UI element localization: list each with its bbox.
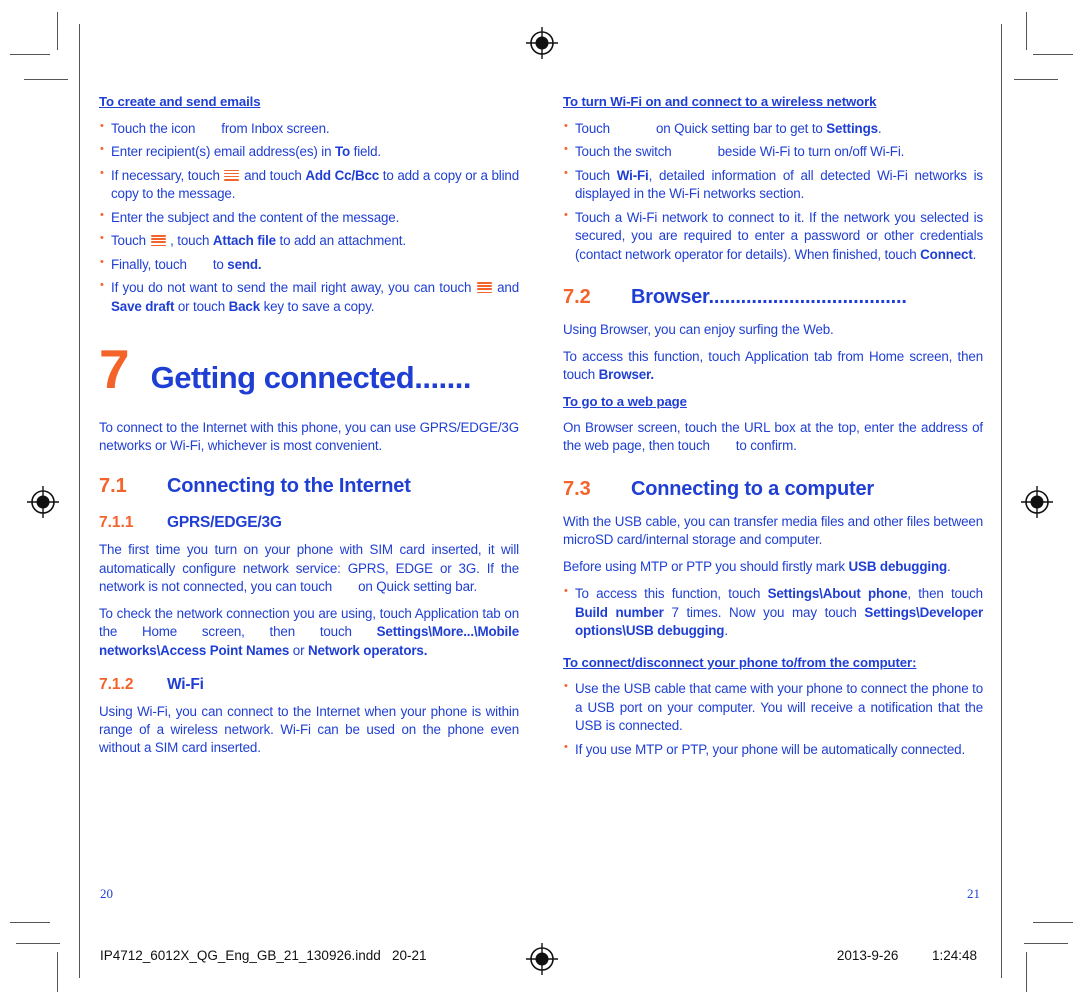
section-title: Connecting to a computer <box>631 477 874 500</box>
section-number: 7.2 <box>563 286 591 308</box>
crop-mark-tl-h1 <box>10 54 50 55</box>
page-number-left: 20 <box>100 886 113 901</box>
section-title-dots: ..................................... <box>708 286 907 308</box>
list-item: If you use MTP or PTP, your phone will b… <box>563 740 983 760</box>
footer-time: 1:24:48 <box>931 948 977 963</box>
paragraph-gprs-autoconfig: The first time you turn on your phone wi… <box>99 542 519 594</box>
paragraph-browser-intro: Using Browser, you can enjoy surfing the… <box>563 322 834 337</box>
list-item: Touch the iconfrom Inbox screen. <box>99 119 519 139</box>
list-item: To access this function, touch Settings\… <box>563 584 983 641</box>
list-item: If necessary, touch and touch Add Cc/Bcc… <box>99 166 519 204</box>
paragraph-text-mid: or <box>289 642 308 658</box>
page-number-right: 21 <box>967 886 980 901</box>
crop-mark-br-h2 <box>1024 943 1068 944</box>
left-page-column: To create and send emails Touch the icon… <box>99 94 519 766</box>
edge-rule-right <box>1001 24 1002 944</box>
heading-connect-disconnect: To connect/disconnect your phone to/from… <box>563 654 917 670</box>
print-proof-page: To create and send emails Touch the icon… <box>0 0 1080 1003</box>
crop-mark-br-v1 <box>1026 952 1027 992</box>
chapter-number: 7 <box>99 338 130 400</box>
section-heading-7-1-2: 7.1.2 Wi-Fi <box>99 676 519 694</box>
registration-mark-right <box>1020 485 1054 519</box>
chapter-title: Getting connected....... <box>150 360 472 395</box>
footer-date: 2013-9-26 <box>836 948 899 963</box>
edge-rule-left <box>79 24 80 944</box>
chapter-intro-paragraph: To connect to the Internet with this pho… <box>99 420 519 454</box>
heading-create-send-emails: To create and send emails <box>99 94 261 109</box>
heading-go-to-web-page: To go to a web page <box>563 393 687 409</box>
registration-mark-left <box>26 485 60 519</box>
section-heading-7-1-1: 7.1.1 GPRS/EDGE/3G <box>99 514 519 532</box>
paragraph-browser-access: To access this function, touch Applicati… <box>563 348 983 384</box>
email-steps-list: Touch the iconfrom Inbox screen. Enter r… <box>99 119 519 317</box>
path-network-operators: Network operators. <box>307 642 428 658</box>
list-item: Touch the switchbeside Wi-Fi to turn on/… <box>563 142 983 162</box>
crop-mark-bl-h1 <box>10 922 50 923</box>
wifi-steps-list: Touchon Quick setting bar to get to Sett… <box>563 119 983 265</box>
section-title: Connecting to the Internet <box>167 475 411 498</box>
menu-icon <box>150 235 166 247</box>
section-title-text: Browser <box>631 286 709 308</box>
paragraph-usb-transfer: With the USB cable, you can transfer med… <box>563 513 983 547</box>
registration-mark-top <box>525 26 559 60</box>
crop-mark-br-v2 <box>1001 938 1002 978</box>
list-item: Touchon Quick setting bar to get to Sett… <box>563 119 983 139</box>
section-heading-7-3: 7.3 Connecting to a computer <box>563 478 983 501</box>
registration-mark-bottom <box>525 942 559 976</box>
footer-page-range: 20-21 <box>392 948 427 963</box>
list-item: If you do not want to send the mail righ… <box>99 278 519 316</box>
list-item: Enter the subject and the content of the… <box>99 208 519 228</box>
section-number: 7.1 <box>99 475 127 498</box>
crop-mark-tr-h2 <box>1014 79 1058 80</box>
crop-mark-br-h1 <box>1033 922 1073 923</box>
section-heading-7-1: 7.1 Connecting to the Internet <box>99 475 519 498</box>
app-name-browser: Browser. <box>598 367 655 383</box>
footer-filename: IP4712_6012X_QG_Eng_GB_21_130926.indd <box>100 948 381 963</box>
usb-debugging-steps-list: To access this function, touch Settings\… <box>563 584 983 641</box>
crop-mark-bl-v1 <box>57 952 58 992</box>
list-item: Use the USB cable that came with your ph… <box>563 679 983 736</box>
section-number: 7.3 <box>563 477 591 500</box>
list-item: Enter recipient(s) email address(es) in … <box>99 142 519 162</box>
list-item: Finally, touchto send. <box>99 255 519 275</box>
subsection-number: 7.1.1 <box>99 514 134 532</box>
crop-mark-tl-v1 <box>57 12 58 50</box>
menu-icon <box>476 282 492 294</box>
menu-icon <box>224 169 240 181</box>
paragraph-url-entry: On Browser screen, touch the URL box at … <box>563 420 983 454</box>
right-page-column: To turn Wi-Fi on and connect to a wirele… <box>563 94 983 767</box>
subsection-title: GPRS/EDGE/3G <box>167 514 282 532</box>
setting-usb-debugging: USB debugging <box>848 559 948 575</box>
list-item: Touch Wi-Fi, detailed information of all… <box>563 166 983 204</box>
paragraph-check-network: To check the network connection you are … <box>99 605 519 660</box>
list-item: Touch a Wi-Fi network to connect to it. … <box>563 208 983 265</box>
footer-timestamp: 2013-9-26 1:24:48 <box>837 948 977 963</box>
crop-mark-tl-h2 <box>24 79 68 80</box>
crop-mark-bl-v2 <box>79 938 80 978</box>
paragraph-usb-debugging-note: Before using MTP or PTP you should first… <box>563 558 983 576</box>
subsection-title: Wi-Fi <box>167 675 204 693</box>
paragraph-text-pre: Before using MTP or PTP you should first… <box>563 559 849 575</box>
crop-mark-tr-h1 <box>1033 54 1073 55</box>
chapter-heading: 7 Getting connected....... <box>99 342 519 397</box>
crop-mark-bl-h2 <box>16 943 60 944</box>
connect-steps-list: Use the USB cable that came with your ph… <box>563 679 983 760</box>
heading-turn-wifi-on: To turn Wi-Fi on and connect to a wirele… <box>563 94 877 109</box>
section-heading-7-2: 7.2 Browser.............................… <box>563 286 983 309</box>
subsection-number: 7.1.2 <box>99 675 134 693</box>
paragraph-wifi-intro: Using Wi-Fi, you can connect to the Inte… <box>99 703 519 756</box>
crop-mark-tr-v1 <box>1026 12 1027 50</box>
footer-file-slug: IP4712_6012X_QG_Eng_GB_21_130926.indd 20… <box>100 948 427 963</box>
section-title: Browser.................................… <box>631 286 907 309</box>
list-item: Touch , touch Attach file to add an atta… <box>99 231 519 251</box>
paragraph-text-post: . <box>947 559 951 575</box>
